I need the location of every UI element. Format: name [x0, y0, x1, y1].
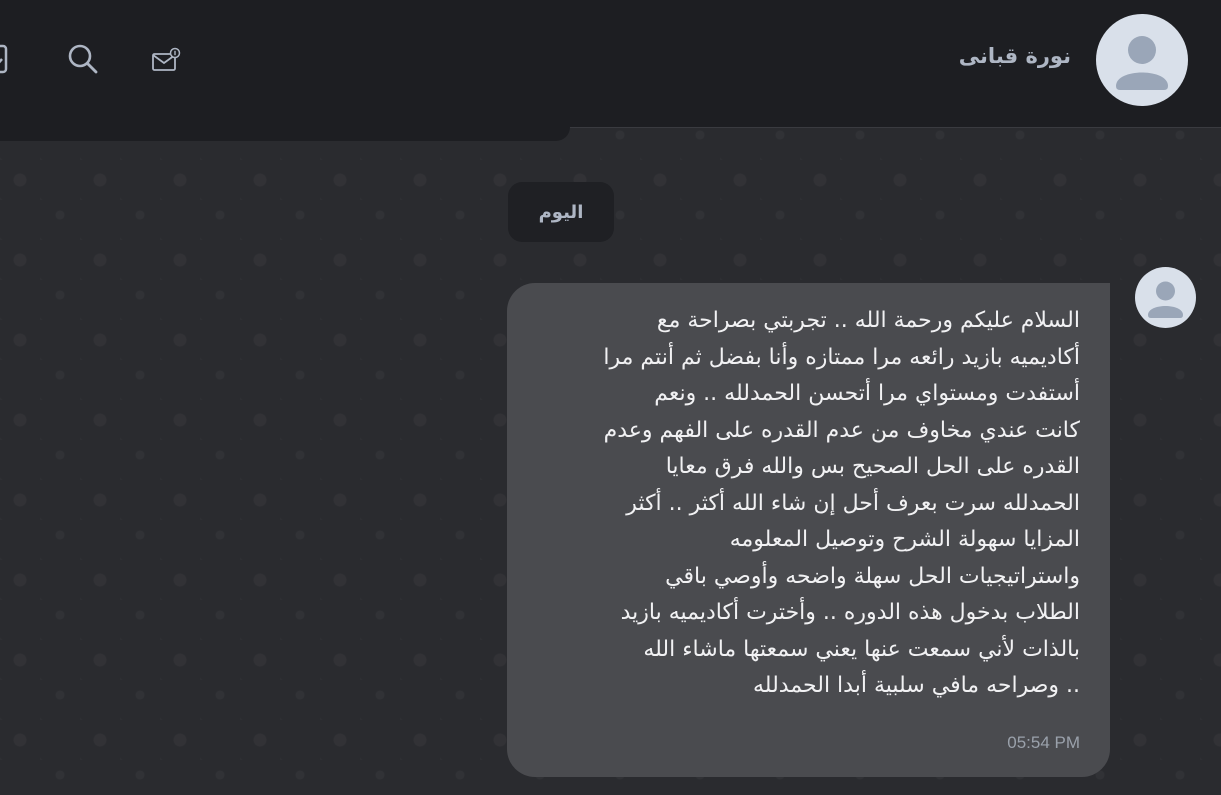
message-timestamp: 05:54 PM — [1007, 733, 1080, 752]
user-avatar-icon — [1148, 281, 1183, 318]
chat-header: نورة قبانى — [0, 0, 1221, 128]
sender-avatar[interactable] — [1135, 267, 1196, 328]
user-avatar-icon — [1116, 36, 1168, 90]
message-bubble[interactable]: السلام عليكم ورحمة الله .. تجربتي بصراحة… — [507, 283, 1110, 777]
menu-icon[interactable] — [0, 40, 14, 78]
search-icon[interactable] — [64, 40, 102, 78]
contact-avatar[interactable] — [1096, 14, 1188, 106]
mail-notification-icon[interactable] — [148, 42, 184, 78]
chat-screen: نورة قبانى اليوم السلام عليكم ورحمة الله… — [0, 0, 1221, 795]
message-text: السلام عليكم ورحمة الله .. تجربتي بصراحة… — [603, 308, 1080, 698]
date-separator: اليوم — [508, 182, 614, 242]
contact-name[interactable]: نورة قبانى — [959, 44, 1071, 68]
header-tab-strip — [0, 127, 570, 141]
